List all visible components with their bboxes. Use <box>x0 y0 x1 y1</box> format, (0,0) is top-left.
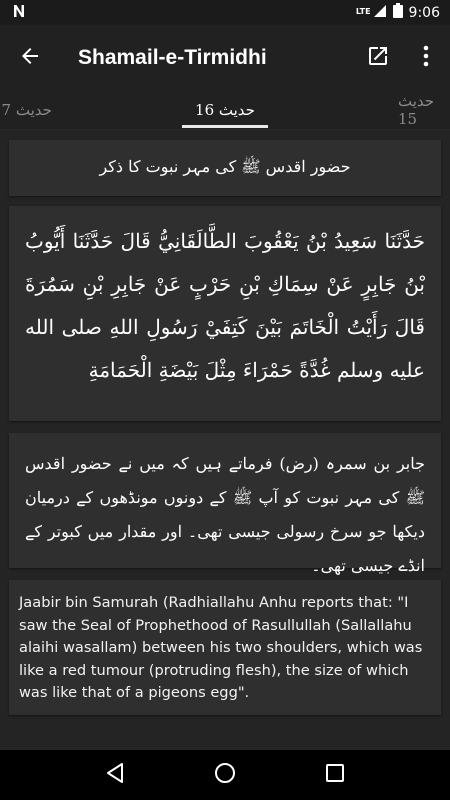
app-bar: Shamail-e-Tirmidhi <box>0 25 450 90</box>
home-circle-icon <box>214 762 236 788</box>
status-icons: LTE 9:06 <box>356 3 440 22</box>
back-button[interactable] <box>0 25 60 90</box>
arabic-text: حَدَّثَنَا سَعِيدُ بْنُ يَعْقُوبَ الطَّا… <box>25 229 425 382</box>
lte-label: LTE <box>355 7 371 16</box>
english-translation: Jaabir bin Samurah (Radhiallahu Anhu rep… <box>19 594 423 701</box>
hadith-heading: حضور اقدس ﷺ کی مہر نبوت کا ذکر <box>99 156 351 176</box>
signal-icon <box>373 4 387 22</box>
battery-icon <box>392 3 403 22</box>
urdu-card: جابر بن سمرہ (رض) فرماتے ہیں کہ میں نے ح… <box>9 433 441 575</box>
arabic-card: حَدَّثَنَا سَعِيدُ بْنُ يَعْقُوبَ الطَّا… <box>9 206 441 421</box>
clock: 9:06 <box>408 4 440 21</box>
nav-home-button[interactable] <box>200 750 250 800</box>
share-button[interactable] <box>354 25 402 90</box>
nav-back-button[interactable] <box>90 750 140 800</box>
hadith-content[interactable]: حضور اقدس ﷺ کی مہر نبوت کا ذکر حَدَّثَنَ… <box>0 130 450 750</box>
page-title: Shamail-e-Tirmidhi <box>78 45 267 69</box>
system-nav-bar <box>0 750 450 800</box>
english-card: Jaabir bin Samurah (Radhiallahu Anhu rep… <box>9 580 441 715</box>
tab-indicator <box>182 125 268 128</box>
tab-hadith-16[interactable]: حدیث 16 <box>182 90 268 130</box>
urdu-translation: جابر بن سمرہ (رض) فرماتے ہیں کہ میں نے ح… <box>25 454 425 575</box>
app-n-icon <box>12 4 26 22</box>
tab-hadith-15[interactable]: حدیث 15 <box>398 90 450 130</box>
tab-hadith-17[interactable]: حدیث 17 <box>0 90 52 130</box>
arrow-back-icon <box>20 46 40 70</box>
nav-recents-button[interactable] <box>310 750 360 800</box>
status-bar: LTE 9:06 <box>0 0 450 25</box>
heading-card: حضور اقدس ﷺ کی مہر نبوت کا ذکر <box>9 140 441 196</box>
overflow-menu-button[interactable] <box>402 25 450 90</box>
open-external-icon <box>366 44 390 72</box>
back-triangle-icon <box>105 762 125 788</box>
more-vert-icon <box>423 45 429 71</box>
recents-square-icon <box>326 764 344 786</box>
hadith-tabs: حدیث 17 حدیث 16 حدیث 15 <box>0 90 450 130</box>
